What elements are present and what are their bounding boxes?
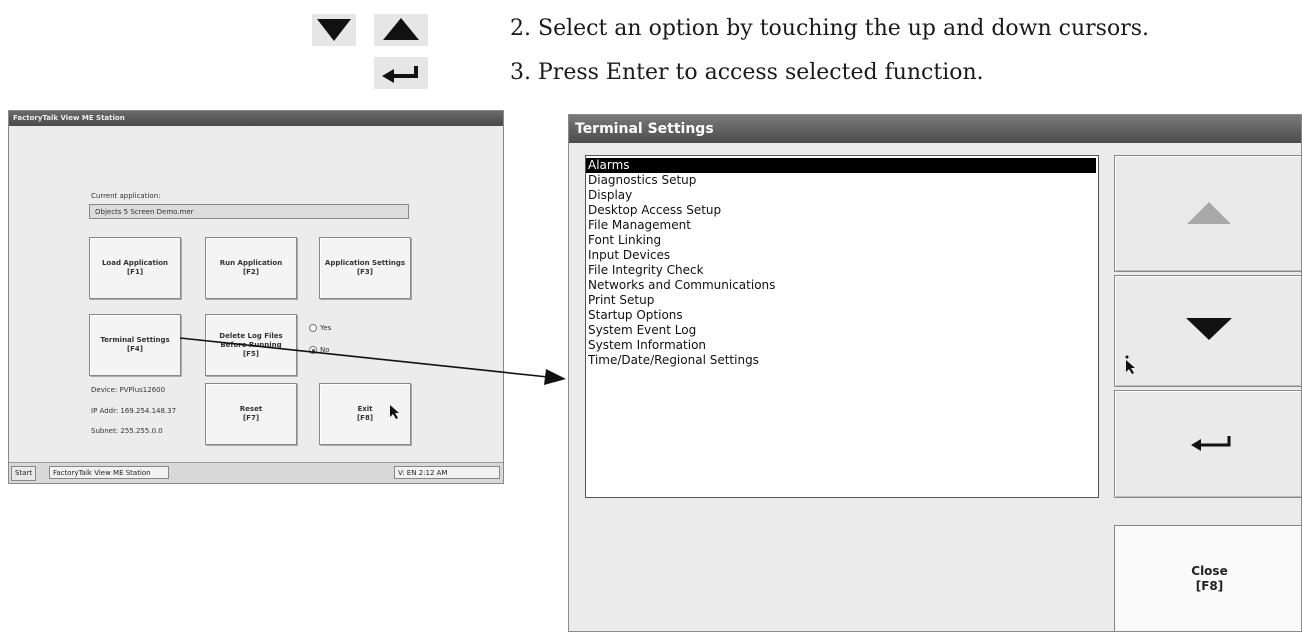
list-item[interactable]: Desktop Access Setup bbox=[586, 203, 1098, 218]
dialog-title: Terminal Settings bbox=[569, 115, 1301, 143]
up-button[interactable] bbox=[1114, 155, 1301, 272]
enter-button[interactable] bbox=[1114, 390, 1301, 498]
close-button[interactable]: Close [F8] bbox=[1114, 525, 1301, 631]
list-item[interactable]: Display bbox=[586, 188, 1098, 203]
list-item[interactable]: File Management bbox=[586, 218, 1098, 233]
enter-icon bbox=[1191, 436, 1231, 451]
terminal-settings-dialog: Terminal Settings Alarms Diagnostics Set… bbox=[568, 114, 1302, 632]
list-item[interactable]: System Information bbox=[586, 338, 1098, 353]
list-item[interactable]: Alarms bbox=[586, 158, 1096, 173]
list-item[interactable]: Startup Options bbox=[586, 308, 1098, 323]
list-item[interactable]: System Event Log bbox=[586, 323, 1098, 338]
cursor-pointer-icon bbox=[1125, 355, 1135, 374]
up-arrow-icon bbox=[1187, 202, 1231, 224]
settings-list[interactable]: Alarms Diagnostics Setup Display Desktop… bbox=[585, 155, 1099, 498]
list-item[interactable]: Networks and Communications bbox=[586, 278, 1098, 293]
list-item[interactable]: Font Linking bbox=[586, 233, 1098, 248]
list-item[interactable]: Diagnostics Setup bbox=[586, 173, 1098, 188]
list-item[interactable]: Time/Date/Regional Settings bbox=[586, 353, 1098, 368]
list-item[interactable]: Input Devices bbox=[586, 248, 1098, 263]
down-button[interactable] bbox=[1114, 275, 1301, 387]
list-item[interactable]: File Integrity Check bbox=[586, 263, 1098, 278]
down-arrow-icon bbox=[1186, 318, 1232, 340]
list-item[interactable]: Print Setup bbox=[586, 293, 1098, 308]
